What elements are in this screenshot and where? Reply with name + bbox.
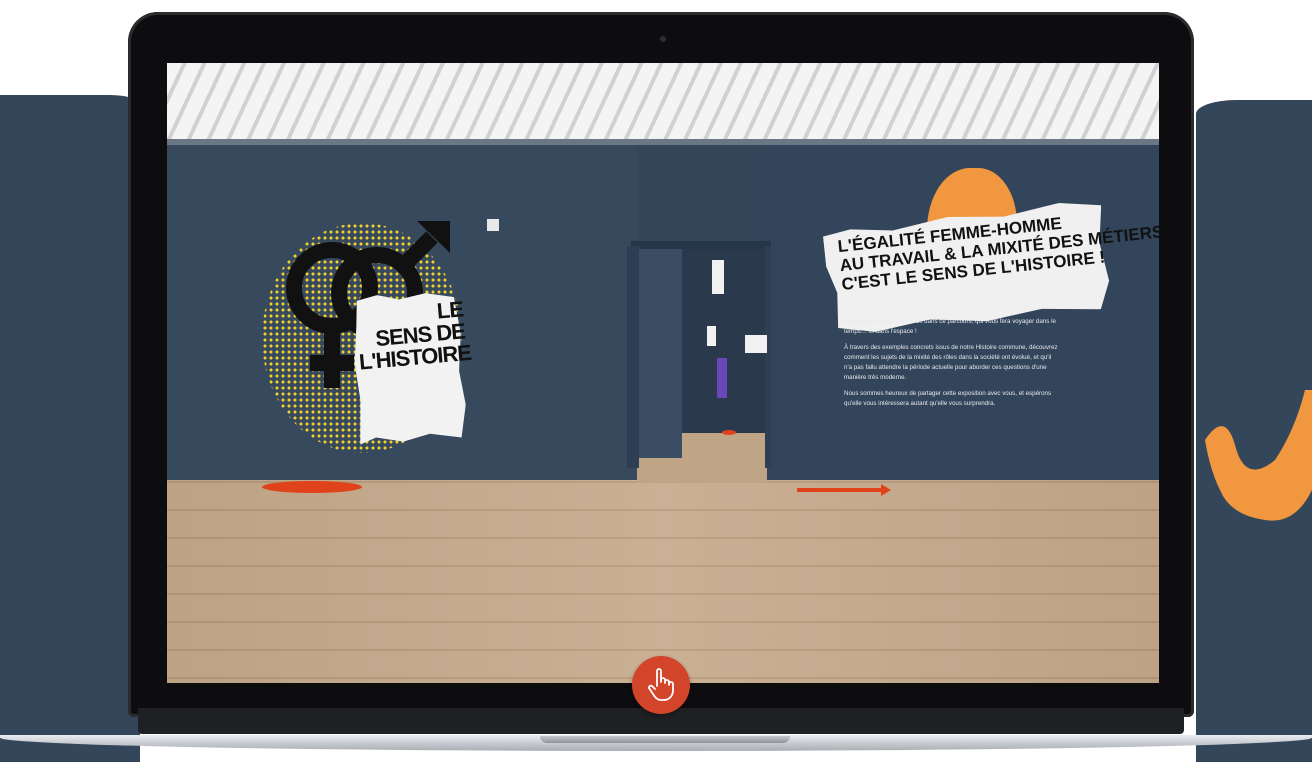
floor-navigation-spot[interactable] [262,481,362,493]
intro-paragraph: À travers des exemples concrets issus de… [844,344,1058,381]
doorframe [631,241,771,249]
wall-hotspot[interactable] [487,219,499,231]
distant-exhibit-panel[interactable] [712,260,724,294]
distant-exhibit-panel[interactable] [707,326,716,346]
pointing-hand-icon [648,668,674,701]
intro-paragraph: Nous sommes heureux de partager cette ex… [844,390,1052,407]
intro-text: Bienvenue à toutes et à tous dans ce par… [844,317,1059,415]
distant-exhibit-panel[interactable] [745,335,767,353]
laptop-base-notch [540,736,790,743]
webcam [660,36,666,42]
exhibit-title-left: LE SENS DE L'HISTOIRE [357,296,472,375]
gallery-ceiling [167,63,1159,141]
floor-direction-arrow[interactable] [797,484,891,496]
distant-exhibit-poster[interactable] [717,358,727,398]
interact-button[interactable] [632,656,690,714]
intro-paragraph: Bienvenue à toutes et à tous dans ce par… [844,318,1056,335]
doorframe-right [765,246,771,468]
orange-swirl-decoration [1205,390,1312,521]
corridor-side-wall [637,248,682,458]
doorframe-left [627,246,639,468]
floor-navigation-spot[interactable] [722,430,736,435]
background-navy-left [0,95,140,762]
virtual-exhibition-viewport[interactable]: LE SENS DE L'HISTOIRE L'ÉGALITÉ FEMME-HO… [167,63,1159,683]
